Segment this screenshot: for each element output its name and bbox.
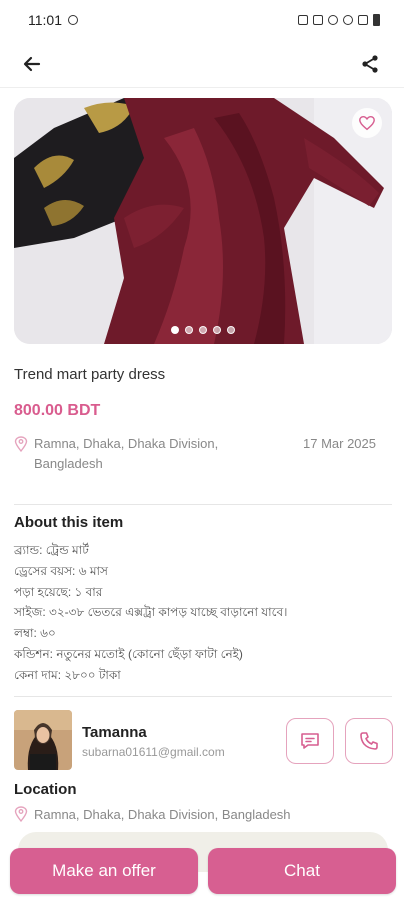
divider bbox=[14, 504, 392, 505]
seller-card: Tamanna subarna01611@gmail.com bbox=[14, 710, 393, 774]
about-line: কন্ডিশন: নতুনের মতোই (কোনো ছেঁড়া ফাটা ন… bbox=[14, 646, 243, 661]
wifi-icon bbox=[343, 15, 353, 25]
call-seller-button[interactable] bbox=[345, 718, 393, 764]
message-seller-button[interactable] bbox=[286, 718, 334, 764]
bluetooth-icon bbox=[328, 15, 338, 25]
share-button[interactable] bbox=[356, 50, 384, 78]
carousel-indicator bbox=[14, 326, 392, 334]
arrow-left-icon bbox=[23, 56, 41, 71]
about-line: ড্রেসের বয়স: ৬ মাস bbox=[14, 563, 108, 578]
product-title: Trend mart party dress bbox=[14, 366, 166, 383]
about-line: লম্বা: ৬০ bbox=[14, 626, 56, 641]
favorite-button[interactable] bbox=[352, 108, 382, 138]
make-offer-button[interactable]: Make an offer bbox=[10, 848, 198, 894]
seller-email: subarna01611@gmail.com bbox=[82, 745, 225, 759]
map-pin-icon bbox=[14, 436, 28, 452]
signal-icon bbox=[358, 15, 368, 25]
map-pin-icon bbox=[14, 806, 28, 822]
carousel-dot[interactable] bbox=[185, 326, 193, 334]
avatar[interactable] bbox=[14, 710, 72, 770]
seller-name: Tamanna bbox=[82, 724, 147, 741]
lock-icon bbox=[298, 15, 308, 25]
system-icons bbox=[298, 14, 380, 26]
status-bar: 11:01 bbox=[0, 0, 404, 40]
status-time-group: 11:01 bbox=[28, 12, 78, 28]
about-title: About this item bbox=[14, 514, 124, 531]
do-not-disturb-icon bbox=[68, 15, 78, 25]
about-line: কেনা দাম: ২৮০০ টাকা bbox=[14, 667, 121, 682]
about-line: ব্র্যান্ড: ট্রেন্ড মার্ট bbox=[14, 543, 89, 557]
divider bbox=[14, 696, 392, 697]
about-line: সাইজ: ৩২-৩৮ ভেতরে এক্সট্রা কাপড় যাচ্ছে … bbox=[14, 605, 288, 620]
product-location: Ramna, Dhaka, Dhaka Division, Bangladesh bbox=[34, 436, 219, 471]
app-bar bbox=[0, 40, 404, 88]
back-button[interactable] bbox=[18, 50, 46, 78]
share-icon bbox=[362, 54, 378, 73]
message-icon bbox=[301, 733, 319, 749]
product-location-row: Ramna, Dhaka, Dhaka Division, Bangladesh… bbox=[14, 434, 376, 474]
product-image-carousel[interactable] bbox=[14, 98, 392, 344]
phone-icon bbox=[360, 732, 378, 750]
location-title: Location bbox=[14, 781, 77, 798]
location-address: Ramna, Dhaka, Dhaka Division, Bangladesh bbox=[34, 806, 291, 822]
chat-button[interactable]: Chat bbox=[208, 848, 396, 894]
seller-photo bbox=[14, 710, 72, 770]
heart-icon bbox=[359, 115, 375, 131]
location-row: Ramna, Dhaka, Dhaka Division, Bangladesh bbox=[14, 806, 291, 822]
battery-icon bbox=[373, 14, 380, 26]
carousel-dot[interactable] bbox=[213, 326, 221, 334]
status-time: 11:01 bbox=[28, 12, 62, 28]
posted-date: 17 Mar 2025 bbox=[303, 436, 376, 451]
carousel-dot[interactable] bbox=[171, 326, 179, 334]
carousel-dot[interactable] bbox=[227, 326, 235, 334]
product-photo bbox=[14, 98, 392, 344]
about-line: পড়া হয়েছে: ১ বার bbox=[14, 584, 103, 599]
product-price: 800.00 BDT bbox=[14, 402, 101, 419]
about-list: ব্র্যান্ড: ট্রেন্ড মার্ট ড্রেসের বয়স: ৬… bbox=[14, 540, 392, 686]
nfc-icon bbox=[313, 15, 323, 25]
bottom-action-bar: Make an offer Chat bbox=[10, 848, 396, 896]
carousel-dot[interactable] bbox=[199, 326, 207, 334]
